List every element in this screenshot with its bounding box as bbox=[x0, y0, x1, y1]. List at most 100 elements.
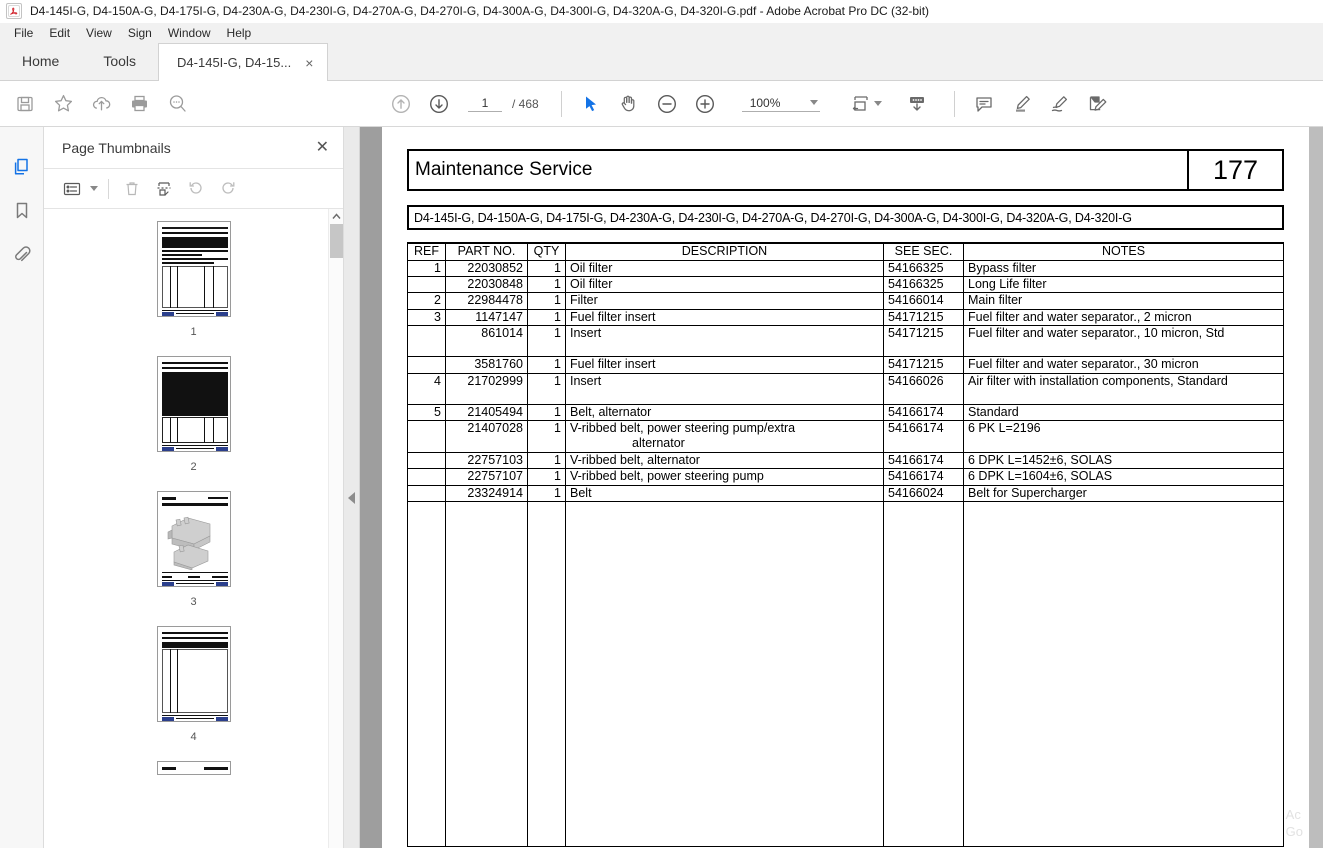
cell-qty: 1 bbox=[527, 356, 566, 374]
page-thumbnails-icon[interactable] bbox=[5, 145, 39, 189]
thumbnail-size-options-icon[interactable] bbox=[56, 174, 88, 204]
cell-notes: 6 DPK L=1604±6, SOLAS bbox=[963, 468, 1284, 486]
pdf-page[interactable]: Maintenance Service 177 D4-145I-G, D4-15… bbox=[382, 127, 1309, 848]
cell-qty: 1 bbox=[527, 275, 566, 294]
rotate-counterclockwise-icon[interactable] bbox=[180, 174, 212, 204]
table-row: 22030848 1 Oil filter 54166325 Long Life… bbox=[407, 275, 1284, 294]
cell-part: 22757107 bbox=[445, 468, 528, 486]
thumbnail-label: 1 bbox=[190, 326, 197, 338]
cell-see-sec: 54166325 bbox=[883, 275, 964, 294]
document-title: Maintenance Service bbox=[415, 159, 593, 180]
cell-ref: 4 bbox=[407, 372, 446, 405]
cell-part: 21702999 bbox=[445, 372, 528, 405]
chevron-down-icon[interactable] bbox=[809, 100, 818, 105]
close-icon[interactable]: ✕ bbox=[316, 139, 329, 156]
cell-notes: Bypass filter bbox=[963, 259, 1284, 277]
thumbnail-page-2[interactable] bbox=[156, 356, 231, 452]
star-icon[interactable] bbox=[44, 85, 82, 123]
fill-and-sign-icon[interactable] bbox=[1079, 85, 1117, 123]
comment-icon[interactable] bbox=[965, 85, 1003, 123]
sign-icon[interactable] bbox=[1041, 85, 1079, 123]
page-thumbnails-list[interactable]: 1 2 3 4 bbox=[44, 209, 343, 848]
cell-qty: 1 bbox=[527, 451, 566, 470]
cell-description-empty bbox=[565, 500, 884, 847]
cell-ref bbox=[407, 356, 446, 374]
page-scroll-down-icon[interactable] bbox=[898, 85, 936, 123]
cell-see-sec: 54171215 bbox=[883, 325, 964, 358]
cell-notes: Standard bbox=[963, 403, 1284, 421]
chevron-down-icon[interactable] bbox=[873, 101, 882, 106]
column-header-notes: NOTES bbox=[963, 242, 1284, 261]
menu-sign[interactable]: Sign bbox=[120, 24, 160, 42]
cell-description-line2: alternator bbox=[632, 436, 685, 451]
cell-qty: 1 bbox=[527, 372, 566, 405]
cell-notes: Belt for Supercharger bbox=[963, 484, 1284, 502]
plus-circle-icon[interactable] bbox=[686, 85, 724, 123]
attachments-icon[interactable] bbox=[5, 233, 39, 277]
page-number-input[interactable]: 1 bbox=[468, 96, 502, 112]
document-gutter bbox=[360, 127, 382, 848]
tab-document[interactable]: D4-145I-G, D4-15... × bbox=[158, 43, 329, 81]
table-row: 2 22984478 1 Filter 54166014 Main filter bbox=[407, 292, 1284, 310]
cell-part: 22757103 bbox=[445, 451, 528, 470]
menu-view[interactable]: View bbox=[78, 24, 120, 42]
cell-qty: 1 bbox=[527, 292, 566, 310]
menu-window[interactable]: Window bbox=[160, 24, 219, 42]
rotate-clockwise-icon[interactable] bbox=[212, 174, 244, 204]
page-thumbnails-header: Page Thumbnails ✕ bbox=[44, 127, 343, 169]
cell-ref: 2 bbox=[407, 292, 446, 310]
menu-edit[interactable]: Edit bbox=[41, 24, 78, 42]
cursor-arrow-icon[interactable] bbox=[572, 85, 610, 123]
close-icon[interactable]: × bbox=[305, 56, 313, 70]
list-item[interactable]: 2 bbox=[44, 356, 343, 473]
minus-circle-icon[interactable] bbox=[648, 85, 686, 123]
menu-help[interactable]: Help bbox=[219, 24, 260, 42]
bookmarks-icon[interactable] bbox=[5, 189, 39, 233]
zoom-level-control[interactable]: 100% bbox=[741, 96, 820, 112]
list-item[interactable] bbox=[44, 761, 343, 775]
thumbnails-scrollbar[interactable] bbox=[328, 209, 343, 848]
triangle-left-icon[interactable] bbox=[348, 491, 355, 504]
scrollbar-thumb[interactable] bbox=[330, 224, 343, 258]
highlight-icon[interactable] bbox=[1003, 85, 1041, 123]
parts-table: REF PART NO. QTY DESCRIPTION SEE SEC. NO… bbox=[407, 242, 1284, 847]
cell-ref-empty bbox=[407, 500, 446, 847]
column-header-description: DESCRIPTION bbox=[565, 242, 884, 261]
tab-home[interactable]: Home bbox=[0, 42, 81, 80]
cell-notes: Fuel filter and water separator., 30 mic… bbox=[963, 356, 1284, 374]
watermark-line-1: Ac bbox=[1285, 807, 1301, 822]
sidebar-collapse-handle[interactable] bbox=[344, 127, 360, 848]
document-models-line: D4-145I-G, D4-150A-G, D4-175I-G, D4-230A… bbox=[407, 205, 1284, 230]
extract-pages-icon[interactable] bbox=[148, 174, 180, 204]
window-title-text: D4-145I-G, D4-150A-G, D4-175I-G, D4-230A… bbox=[30, 4, 930, 18]
chevron-up-icon[interactable] bbox=[329, 209, 343, 224]
column-header-part: PART NO. bbox=[445, 242, 528, 261]
delete-pages-icon[interactable] bbox=[116, 174, 148, 204]
hand-icon[interactable] bbox=[610, 85, 648, 123]
save-icon[interactable] bbox=[6, 85, 44, 123]
arrow-up-circle-icon[interactable] bbox=[382, 85, 420, 123]
watermark-line-2: Go bbox=[1285, 824, 1303, 839]
cell-ref bbox=[407, 451, 446, 470]
list-item[interactable]: 4 bbox=[44, 626, 343, 743]
thumbnail-page-4[interactable] bbox=[156, 626, 231, 722]
chevron-down-icon[interactable] bbox=[90, 186, 98, 191]
print-icon[interactable] bbox=[120, 85, 158, 123]
list-item[interactable]: 3 bbox=[44, 491, 343, 608]
cell-see-sec: 54166325 bbox=[883, 259, 964, 277]
cell-qty: 1 bbox=[527, 325, 566, 358]
cloud-upload-icon[interactable] bbox=[82, 85, 120, 123]
thumbnail-page-1[interactable] bbox=[156, 221, 231, 317]
arrow-down-circle-icon[interactable] bbox=[420, 85, 458, 123]
search-icon[interactable] bbox=[158, 85, 196, 123]
thumbnail-page-5[interactable] bbox=[156, 761, 231, 775]
document-viewport[interactable]: Maintenance Service 177 D4-145I-G, D4-15… bbox=[360, 127, 1323, 848]
list-item[interactable]: 1 bbox=[44, 221, 343, 338]
cell-qty-empty bbox=[527, 500, 566, 847]
column-header-see-sec: SEE SEC. bbox=[883, 242, 964, 261]
tab-tools[interactable]: Tools bbox=[81, 42, 158, 80]
menu-file[interactable]: File bbox=[6, 24, 41, 42]
thumbnail-page-3[interactable] bbox=[156, 491, 231, 587]
cell-description: V-ribbed belt, power steering pump/extra… bbox=[565, 419, 884, 453]
page-watermark: Ac Go bbox=[1286, 806, 1303, 840]
